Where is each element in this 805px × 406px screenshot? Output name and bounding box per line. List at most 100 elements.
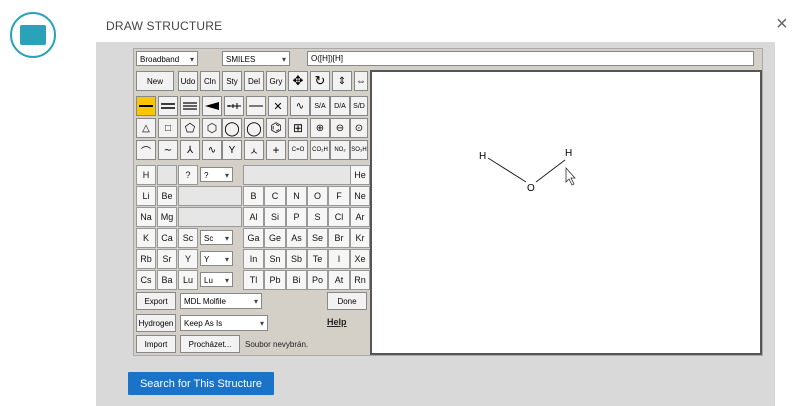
- rotate-icon[interactable]: ↻: [310, 71, 330, 91]
- search-structure-button[interactable]: Search for This Structure: [128, 372, 274, 395]
- gray-button[interactable]: Gry: [266, 71, 286, 91]
- atom-h[interactable]: H: [479, 151, 486, 162]
- element-o[interactable]: O: [307, 186, 328, 206]
- benzene-ring-icon[interactable]: ⌬: [266, 118, 286, 138]
- element-ge[interactable]: Ge: [264, 228, 286, 248]
- clean-button[interactable]: Cln: [200, 71, 220, 91]
- element-b[interactable]: B: [243, 186, 264, 206]
- square-ring-icon[interactable]: □: [158, 118, 178, 138]
- element-at[interactable]: At: [328, 270, 350, 290]
- flip-vertical-icon[interactable]: ⇕: [332, 71, 352, 91]
- cross-branch-icon[interactable]: +: [266, 140, 286, 160]
- element-bi[interactable]: Bi: [286, 270, 307, 290]
- element-si[interactable]: Si: [264, 207, 286, 227]
- atom-o[interactable]: O: [527, 183, 535, 194]
- hash-bond-tool[interactable]: [224, 96, 244, 116]
- element-k[interactable]: K: [136, 228, 156, 248]
- grid-icon[interactable]: ⊞: [288, 118, 308, 138]
- any-bond-tool[interactable]: [246, 96, 266, 116]
- chain-wave-icon[interactable]: ∼: [158, 140, 178, 160]
- hexagon-ring-icon[interactable]: ⬡: [202, 118, 222, 138]
- element-cl[interactable]: Cl: [328, 207, 350, 227]
- flip-horizontal-icon[interactable]: ⇔: [354, 71, 368, 91]
- help-link[interactable]: Help: [327, 317, 347, 327]
- done-button[interactable]: Done: [327, 292, 367, 310]
- pentagon-ring-icon[interactable]: ⬠: [180, 118, 200, 138]
- carboxyl-group-tool[interactable]: CO₂H: [310, 140, 330, 160]
- element-rb[interactable]: Rb: [136, 249, 156, 269]
- delete-button[interactable]: Del: [244, 71, 264, 91]
- element-f[interactable]: F: [328, 186, 350, 206]
- atom-h[interactable]: H: [565, 148, 572, 159]
- y-branch-icon[interactable]: Y: [222, 140, 242, 160]
- element-lu[interactable]: Lu: [178, 270, 198, 290]
- element-sb[interactable]: Sb: [286, 249, 307, 269]
- element-cs[interactable]: Cs: [136, 270, 156, 290]
- element-be[interactable]: Be: [157, 186, 177, 206]
- smiles-input[interactable]: O([H])[H]: [307, 51, 754, 66]
- move-icon[interactable]: ✥: [288, 71, 308, 91]
- hydrogen-button[interactable]: Hydrogen: [136, 314, 176, 332]
- sulfo-group-tool[interactable]: SO₃H: [350, 140, 368, 160]
- double-bond-tool[interactable]: [158, 96, 178, 116]
- wedge-bond-tool[interactable]: [202, 96, 222, 116]
- triple-bond-tool[interactable]: [180, 96, 200, 116]
- element-tl[interactable]: Tl: [243, 270, 264, 290]
- chain-tail-icon[interactable]: ㅅ: [244, 140, 264, 160]
- branch-icon[interactable]: ⅄: [180, 140, 200, 160]
- single-double-tool[interactable]: S/D: [350, 96, 368, 116]
- element-ga[interactable]: Ga: [243, 228, 264, 248]
- element-n[interactable]: N: [286, 186, 307, 206]
- element-ba[interactable]: Ba: [157, 270, 177, 290]
- query-atom[interactable]: ?: [178, 165, 198, 185]
- transition-metal-select[interactable]: Lu ▾: [200, 272, 233, 287]
- cross-bond-tool[interactable]: ✕: [268, 96, 288, 116]
- element-ar[interactable]: Ar: [350, 207, 370, 227]
- single-aromatic-tool[interactable]: S/A: [310, 96, 330, 116]
- carbonyl-group-tool[interactable]: C=O: [288, 140, 308, 160]
- element-na[interactable]: Na: [136, 207, 156, 227]
- element-ca[interactable]: Ca: [157, 228, 177, 248]
- chain-zigzag-icon[interactable]: ∿: [202, 140, 222, 160]
- element-te[interactable]: Te: [307, 249, 328, 269]
- element-p[interactable]: P: [286, 207, 307, 227]
- element-li[interactable]: Li: [136, 186, 156, 206]
- close-icon[interactable]: ×: [776, 14, 788, 34]
- radical-icon[interactable]: ⊙: [350, 118, 368, 138]
- heptagon-ring-icon[interactable]: ◯: [222, 118, 242, 138]
- nitro-group-tool[interactable]: NO₂: [330, 140, 350, 160]
- element-in[interactable]: In: [243, 249, 264, 269]
- style-button[interactable]: Sty: [222, 71, 242, 91]
- drawing-canvas[interactable]: H O H: [370, 70, 762, 355]
- single-bond-tool[interactable]: [136, 96, 156, 116]
- minus-charge-icon[interactable]: ⊖: [330, 118, 350, 138]
- element-sc[interactable]: Sc: [178, 228, 198, 248]
- chain-arc-icon[interactable]: ⌒: [136, 140, 156, 160]
- element-sn[interactable]: Sn: [264, 249, 286, 269]
- element-as[interactable]: As: [286, 228, 307, 248]
- element-s[interactable]: S: [307, 207, 328, 227]
- browse-button[interactable]: Procházet...: [180, 335, 240, 353]
- element-ne[interactable]: Ne: [350, 186, 370, 206]
- element-se[interactable]: Se: [307, 228, 328, 248]
- element-xe[interactable]: Xe: [350, 249, 370, 269]
- double-aromatic-tool[interactable]: D/A: [330, 96, 350, 116]
- element-al[interactable]: Al: [243, 207, 264, 227]
- transition-metal-select[interactable]: Y ▾: [200, 251, 233, 266]
- triangle-ring-icon[interactable]: △: [136, 118, 156, 138]
- element-rn[interactable]: Rn: [350, 270, 370, 290]
- element-sr[interactable]: Sr: [157, 249, 177, 269]
- broadband-select[interactable]: Broadband ▾: [136, 51, 198, 66]
- element-h[interactable]: H: [136, 165, 156, 185]
- undo-button[interactable]: Udo: [178, 71, 198, 91]
- hydrogen-mode-select[interactable]: Keep As Is ▾: [180, 315, 268, 331]
- new-button[interactable]: New: [136, 71, 174, 91]
- plus-charge-icon[interactable]: ⊕: [310, 118, 330, 138]
- element-i[interactable]: I: [328, 249, 350, 269]
- export-format-select[interactable]: MDL Molfile ▾: [180, 293, 262, 309]
- wavy-bond-tool[interactable]: ∿: [290, 96, 310, 116]
- query-select[interactable]: ? ▾: [200, 167, 233, 182]
- transition-metal-select[interactable]: Sc ▾: [200, 230, 233, 245]
- element-he[interactable]: He: [350, 165, 370, 185]
- element-br[interactable]: Br: [328, 228, 350, 248]
